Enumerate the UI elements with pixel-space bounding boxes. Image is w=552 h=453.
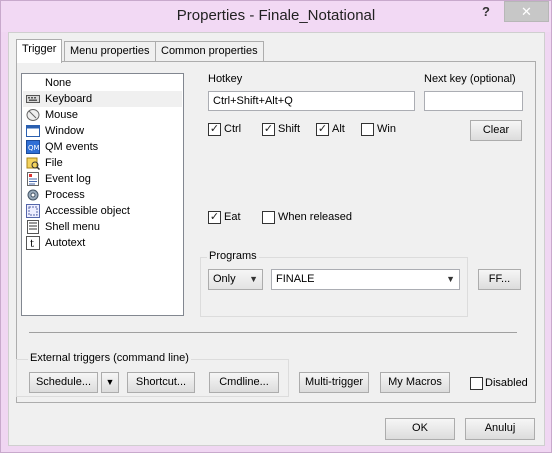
next-key-label: Next key (optional): [424, 73, 516, 85]
svg-text:t: t: [30, 239, 34, 250]
eat-checkbox[interactable]: ✓: [208, 211, 221, 224]
list-item-label: Accessible object: [45, 205, 130, 217]
dialog-client: Trigger Menu properties Common propertie…: [8, 32, 545, 446]
list-item-process[interactable]: Process: [23, 187, 182, 203]
cancel-button[interactable]: Anuluj: [465, 418, 535, 440]
eat-label: Eat: [224, 211, 241, 223]
list-item-label: QM events: [45, 141, 99, 153]
title-bar[interactable]: Properties - Finale_Notational ? ✕: [1, 1, 551, 32]
trigger-type-list[interactable]: None Keyboard Mouse Window QM QM events …: [21, 73, 184, 316]
properties-window: Properties - Finale_Notational ? ✕ Trigg…: [0, 0, 552, 453]
separator-line: [29, 332, 517, 333]
ctrl-checkbox[interactable]: ✓: [208, 123, 221, 136]
programs-name-value: FINALE: [276, 273, 315, 285]
list-item-label: Keyboard: [45, 93, 93, 105]
file-search-icon: [26, 157, 40, 170]
window-icon: [26, 125, 40, 137]
list-item-qm-events[interactable]: QM QM events: [23, 139, 182, 155]
cmdline-button[interactable]: Cmdline...: [209, 372, 279, 393]
programs-label: Programs: [207, 250, 259, 262]
tab-common-properties[interactable]: Common properties: [155, 41, 264, 62]
chevron-down-icon: ▼: [249, 274, 258, 284]
autotext-icon: t: [26, 236, 40, 250]
programs-browse-button[interactable]: FF...: [478, 269, 521, 290]
external-triggers-label: External triggers (command line): [28, 352, 191, 364]
clear-button[interactable]: Clear: [470, 120, 522, 141]
schedule-dropdown-button[interactable]: ▼: [101, 372, 119, 393]
programs-mode-value: Only: [213, 273, 236, 285]
list-item-label: Process: [45, 189, 85, 201]
window-title: Properties - Finale_Notational: [176, 7, 376, 24]
shift-label: Shift: [278, 123, 301, 135]
list-item-shell-menu[interactable]: Shell menu: [23, 219, 182, 235]
alt-label: Alt: [332, 123, 345, 135]
list-item-file[interactable]: File: [23, 155, 182, 171]
chevron-down-icon: ▼: [446, 274, 455, 284]
shell-menu-icon: [27, 220, 39, 234]
event-log-icon: [27, 172, 39, 186]
process-gear-icon: [27, 189, 39, 201]
list-item-none[interactable]: None: [23, 75, 182, 91]
shortcut-button[interactable]: Shortcut...: [127, 372, 195, 393]
list-item-label: Event log: [45, 173, 91, 185]
list-item-label: Shell menu: [45, 221, 101, 233]
programs-mode-select[interactable]: Only ▼: [208, 269, 263, 290]
disabled-label: Disabled: [485, 377, 528, 389]
mouse-icon: [26, 109, 40, 121]
list-item-label: None: [45, 77, 72, 89]
list-item-autotext[interactable]: t Autotext: [23, 235, 182, 251]
programs-name-combobox[interactable]: FINALE ▼: [271, 269, 460, 290]
accessible-object-icon: [26, 204, 40, 218]
next-key-input[interactable]: [424, 91, 523, 111]
list-item-window[interactable]: Window: [23, 123, 182, 139]
list-item-mouse[interactable]: Mouse: [23, 107, 182, 123]
disabled-checkbox[interactable]: [470, 377, 483, 390]
alt-checkbox[interactable]: ✓: [316, 123, 329, 136]
list-item-label: File: [45, 157, 63, 169]
tab-menu-properties[interactable]: Menu properties: [64, 41, 156, 62]
my-macros-button[interactable]: My Macros: [380, 372, 450, 393]
keyboard-icon: [26, 95, 40, 103]
ctrl-label: Ctrl: [224, 123, 242, 135]
list-item-keyboard[interactable]: Keyboard: [23, 91, 182, 107]
win-label: Win: [377, 123, 396, 135]
shift-checkbox[interactable]: ✓: [262, 123, 275, 136]
list-item-label: Window: [45, 125, 85, 137]
list-item-accessible-object[interactable]: Accessible object: [23, 203, 182, 219]
when-released-label: When released: [278, 211, 352, 223]
qm-events-icon: QM: [26, 140, 40, 154]
list-item-event-log[interactable]: Event log: [23, 171, 182, 187]
ok-button[interactable]: OK: [385, 418, 455, 440]
schedule-button[interactable]: Schedule...: [29, 372, 98, 393]
close-button[interactable]: ✕: [504, 1, 549, 22]
hotkey-input[interactable]: Ctrl+Shift+Alt+Q: [208, 91, 415, 111]
help-button[interactable]: ?: [473, 2, 499, 22]
hotkey-label: Hotkey: [208, 73, 243, 85]
tab-trigger[interactable]: Trigger: [16, 39, 63, 63]
multi-trigger-button[interactable]: Multi-trigger: [299, 372, 369, 393]
list-item-label: Autotext: [45, 237, 86, 249]
win-checkbox[interactable]: [361, 123, 374, 136]
svg-text:QM: QM: [28, 144, 40, 152]
when-released-checkbox[interactable]: [262, 211, 275, 224]
list-item-label: Mouse: [45, 109, 79, 121]
